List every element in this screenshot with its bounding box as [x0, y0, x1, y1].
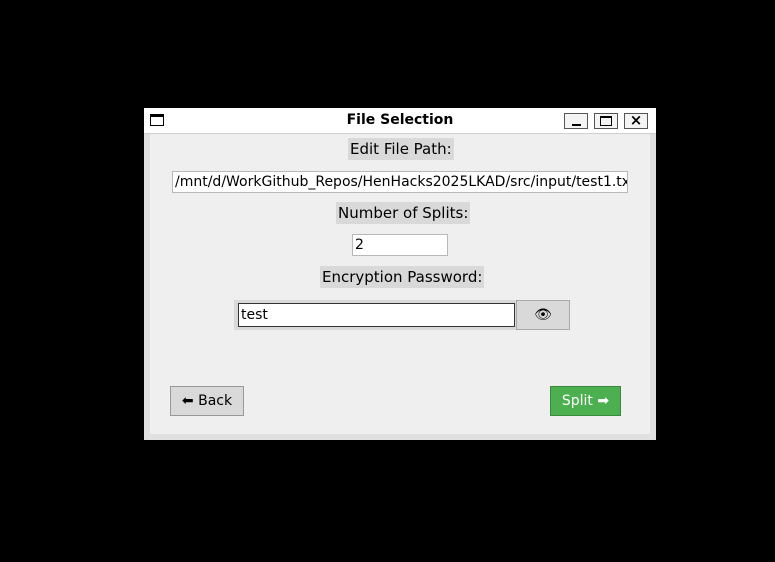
maximize-icon [600, 116, 612, 126]
password-label: Encryption Password: [320, 266, 485, 288]
minimize-button[interactable] [564, 113, 588, 129]
close-button[interactable]: × [624, 111, 648, 129]
toggle-password-button[interactable]: 👁 [516, 300, 570, 330]
file-selection-window: File Selection × Edit File Path: /mnt/d/… [144, 108, 656, 440]
eye-icon: 👁 [534, 307, 552, 323]
file-path-input[interactable]: /mnt/d/WorkGithub_Repos/HenHacks2025LKAD… [172, 171, 628, 193]
splits-input[interactable]: 2 [352, 234, 448, 256]
split-button[interactable]: Split ➡ [550, 386, 621, 416]
form-content: Edit File Path: /mnt/d/WorkGithub_Repos/… [150, 134, 650, 434]
splits-label: Number of Splits: [336, 202, 471, 224]
title-bar[interactable]: File Selection × [144, 108, 656, 134]
back-button[interactable]: ⬅ Back [170, 386, 244, 416]
minimize-icon [572, 124, 581, 126]
file-path-label: Edit File Path: [348, 138, 454, 160]
close-icon: × [629, 111, 643, 129]
password-input[interactable]: test [238, 303, 515, 327]
maximize-button[interactable] [594, 113, 618, 129]
password-frame: test [234, 300, 518, 330]
